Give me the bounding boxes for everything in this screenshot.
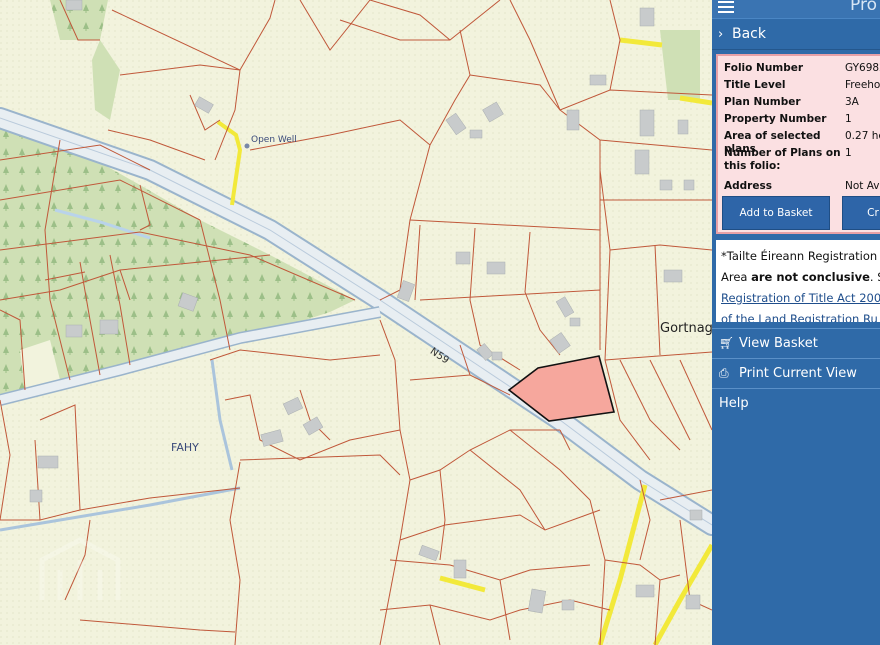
add-to-basket-button[interactable]: Add to Basket — [722, 196, 830, 230]
notice-bold-text: are not conclusive — [751, 270, 870, 284]
info-value: 0.27 he — [845, 130, 880, 142]
printer-icon: ⎙ — [719, 366, 729, 380]
info-key: Folio Number — [724, 62, 804, 74]
notice-line-2: Area are not conclusive. See S — [721, 267, 880, 288]
info-row-folio: Folio Number GY6982 — [718, 60, 880, 77]
info-key: Title Level — [724, 79, 786, 91]
back-label: Back — [732, 26, 766, 42]
info-value: 3A — [845, 96, 859, 108]
panel-header: Pro — [712, 0, 880, 18]
info-row-title-level: Title Level Freehol — [718, 77, 880, 94]
map-label-open-well: Open Well — [251, 135, 297, 145]
cart-icon: 🛒︎ — [719, 336, 735, 350]
print-current-view-button[interactable]: ⎙ Print Current View — [712, 358, 880, 388]
notice-text: . See — [869, 270, 880, 284]
map-view[interactable]: Open Well N59 FAHY Gortnag — [0, 0, 712, 645]
info-value: 1 — [845, 113, 852, 125]
info-key: Plan Number — [724, 96, 801, 108]
disclaimer-notice: *Tailte Éireann Registration Bou Area ar… — [716, 240, 880, 322]
view-basket-label: View Basket — [739, 336, 818, 351]
info-row-address: Address Not Ava — [718, 178, 880, 195]
info-value: 1 — [845, 147, 852, 159]
map-canvas[interactable] — [0, 0, 712, 645]
notice-line-1: *Tailte Éireann Registration Bou — [721, 249, 880, 263]
info-value: GY6982 — [845, 62, 880, 74]
help-label: Help — [719, 396, 749, 411]
property-panel: Pro › Back Folio Number GY6982 Title Leve… — [712, 0, 880, 645]
back-button[interactable]: › Back — [712, 18, 880, 50]
notice-text: Area — [721, 270, 752, 284]
info-value: Not Ava — [845, 180, 880, 192]
help-button[interactable]: Help — [712, 388, 880, 417]
well-marker-icon — [244, 143, 250, 149]
map-label-townland-gortnag: Gortnag — [660, 321, 712, 336]
info-key: Address — [724, 180, 772, 192]
info-key: Property Number — [724, 113, 827, 125]
info-value: Freehol — [845, 79, 880, 91]
registration-act-link[interactable]: Registration of Title Act 200 — [721, 291, 880, 305]
info-row-plan-number: Plan Number 3A — [718, 94, 880, 111]
registration-rules-link[interactable]: of the Land Registration Ru — [721, 312, 878, 322]
chevron-right-icon: › — [718, 27, 724, 42]
print-view-label: Print Current View — [739, 366, 857, 381]
hamburger-icon[interactable] — [718, 0, 734, 13]
info-row-property-number: Property Number 1 — [718, 111, 880, 128]
folio-info-box: Folio Number GY6982 Title Level Freehol … — [716, 54, 880, 234]
info-key: Number of Plans on this folio: — [724, 147, 841, 172]
create-button[interactable]: Cr — [842, 196, 880, 230]
info-row-plan-count: Number of Plans on this folio: 1 — [718, 145, 880, 178]
map-label-townland-fahy: FAHY — [171, 441, 199, 454]
panel-title: Pro — [850, 0, 877, 15]
view-basket-button[interactable]: 🛒︎ View Basket — [712, 328, 880, 358]
info-row-area: Area of selected plans 0.27 he — [718, 128, 880, 155]
